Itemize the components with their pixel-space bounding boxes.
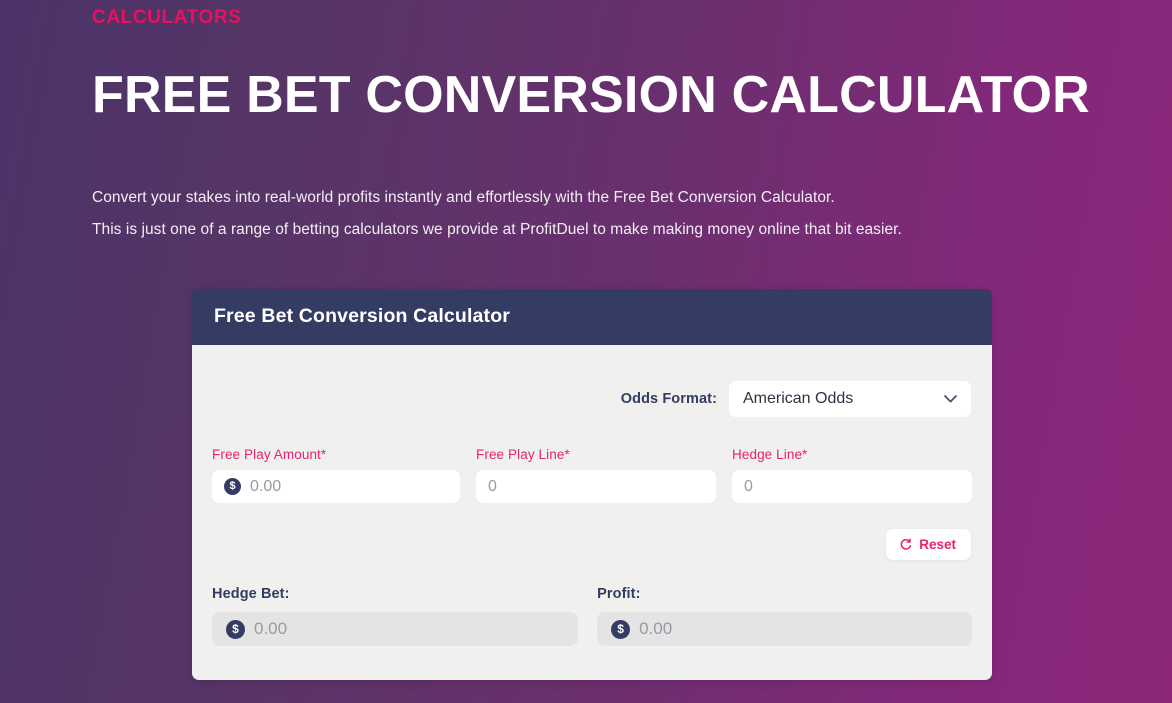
hedge-bet-value: 0.00: [254, 619, 288, 639]
input-fields-row: Free Play Amount* $ Free Play Line* Hedg…: [212, 447, 972, 504]
page-root: CALCULATORS FREE BET CONVERSION CALCULAT…: [0, 0, 1172, 703]
field-free-play-amount: Free Play Amount* $: [212, 447, 460, 504]
free-play-line-label: Free Play Line*: [476, 447, 570, 463]
hedge-bet-label: Hedge Bet:: [212, 586, 290, 603]
free-play-amount-label: Free Play Amount*: [212, 447, 327, 463]
hedge-line-label: Hedge Line*: [732, 447, 808, 463]
calculator-header: Free Bet Conversion Calculator: [192, 289, 992, 346]
odds-format-select[interactable]: American Odds: [729, 381, 971, 418]
field-free-play-line: Free Play Line*: [476, 447, 716, 504]
calculator-title: Free Bet Conversion Calculator: [214, 305, 510, 327]
hero-paragraph-2: This is just one of a range of betting c…: [92, 221, 902, 238]
dollar-icon: $: [224, 478, 241, 496]
page-title: FREE BET CONVERSION CALCULATOR: [92, 66, 1090, 124]
profit-output: $ 0.00: [597, 612, 972, 647]
hedge-bet-output: $ 0.00: [212, 612, 579, 647]
free-play-line-input-shell[interactable]: [476, 470, 716, 504]
reset-button-label: Reset: [919, 537, 956, 553]
result-hedge-bet: Hedge Bet: $ 0.00: [212, 586, 579, 647]
refresh-icon: [900, 538, 912, 550]
results-row: Hedge Bet: $ 0.00 Profit: $ 0.00: [212, 586, 972, 647]
odds-format-select-wrapper: American Odds: [729, 381, 971, 418]
field-hedge-line: Hedge Line*: [732, 447, 972, 504]
free-play-line-input[interactable]: [488, 470, 704, 504]
hero-description: Convert your stakes into real-world prof…: [92, 182, 1172, 246]
result-profit: Profit: $ 0.00: [597, 586, 972, 647]
odds-format-row: Odds Format: American Odds: [212, 381, 972, 418]
hero-paragraph-1: Convert your stakes into real-world prof…: [92, 189, 835, 206]
hedge-line-input[interactable]: [744, 470, 960, 504]
calculator-body: Odds Format: American Odds Free Play Amo…: [192, 345, 992, 681]
reset-button[interactable]: Reset: [886, 529, 971, 561]
free-play-amount-input-shell[interactable]: $: [212, 470, 460, 504]
calculator-card: Free Bet Conversion Calculator Odds Form…: [192, 289, 992, 681]
profit-label: Profit:: [597, 586, 641, 603]
free-play-amount-input[interactable]: [250, 470, 457, 504]
hedge-line-input-shell[interactable]: [732, 470, 972, 504]
eyebrow-label: CALCULATORS: [92, 7, 242, 28]
dollar-icon: $: [611, 619, 631, 639]
profit-value: 0.00: [639, 619, 673, 639]
reset-row: Reset: [212, 529, 972, 561]
odds-format-label: Odds Format:: [620, 391, 717, 408]
dollar-icon: $: [226, 619, 245, 639]
